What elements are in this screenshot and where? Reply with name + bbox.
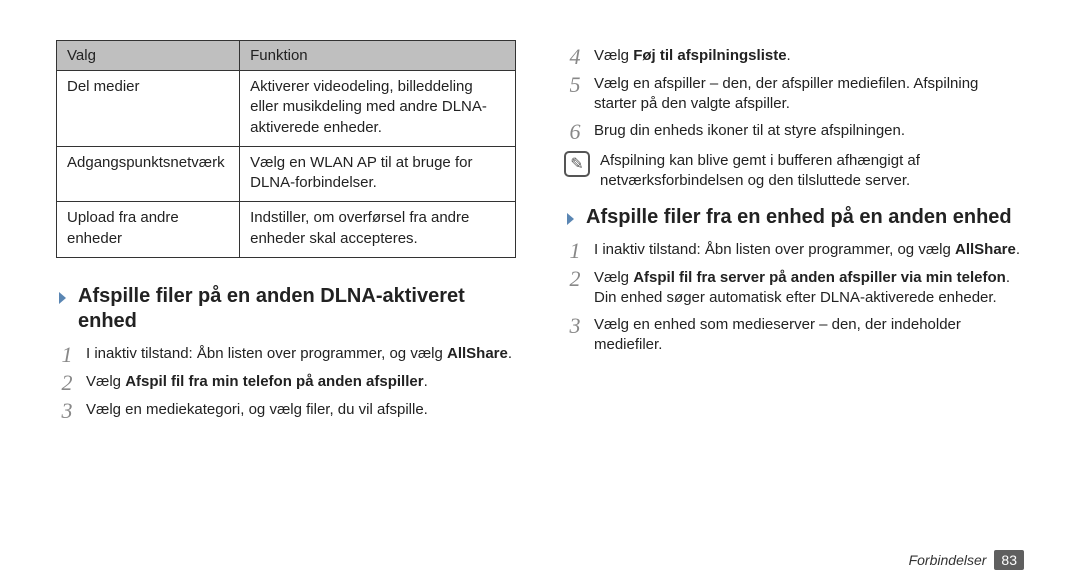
step-item: 3 Vælg en enhed som medieserver – den, d… xyxy=(564,315,1024,356)
section-heading: Afspille filer på en anden DLNA-aktivere… xyxy=(56,284,516,334)
step-text: Brug din enheds ikoner til at styre afsp… xyxy=(594,121,905,141)
step-text: Vælg Føj til afspilningsliste. xyxy=(594,46,791,66)
options-table: Valg Funktion Del medier Aktiverer video… xyxy=(56,40,516,258)
right-column: 4 Vælg Føj til afspilningsliste. 5 Vælg … xyxy=(564,40,1024,428)
chevron-icon xyxy=(56,288,70,308)
step-item: 3 Vælg en mediekategori, og vælg filer, … xyxy=(56,400,516,422)
step-number: 4 xyxy=(566,46,584,68)
step-item: 1 I inaktiv tilstand: Åbn listen over pr… xyxy=(56,344,516,366)
table-cell: Del medier xyxy=(57,71,240,147)
page-number-badge: 83 xyxy=(994,550,1024,570)
note-text: Afspilning kan blive gemt i bufferen afh… xyxy=(600,151,1024,192)
step-text: Vælg Afspil fil fra min telefon på anden… xyxy=(86,372,428,392)
step-number: 6 xyxy=(566,121,584,143)
table-header-function: Funktion xyxy=(240,41,516,71)
note-block: ✎ Afspilning kan blive gemt i bufferen a… xyxy=(564,151,1024,192)
step-item: 5 Vælg en afspiller – den, der afspiller… xyxy=(564,74,1024,115)
section-title: Afspille filer fra en enhed på en anden … xyxy=(586,205,1012,230)
left-column: Valg Funktion Del medier Aktiverer video… xyxy=(56,40,516,428)
footer-section-label: Forbindelser xyxy=(909,552,987,568)
note-icon: ✎ xyxy=(564,151,590,177)
step-number: 2 xyxy=(58,372,76,394)
step-item: 2 Vælg Afspil fil fra server på anden af… xyxy=(564,268,1024,309)
table-header-option: Valg xyxy=(57,41,240,71)
table-cell: Upload fra andre enheder xyxy=(57,202,240,258)
step-item: 4 Vælg Føj til afspilningsliste. xyxy=(564,46,1024,68)
step-item: 2 Vælg Afspil fil fra min telefon på and… xyxy=(56,372,516,394)
step-text: Vælg en mediekategori, og vælg filer, du… xyxy=(86,400,428,420)
step-number: 1 xyxy=(566,240,584,262)
chevron-icon xyxy=(564,209,578,229)
step-text: I inaktiv tilstand: Åbn listen over prog… xyxy=(86,344,512,364)
step-number: 5 xyxy=(566,74,584,96)
step-text: I inaktiv tilstand: Åbn listen over prog… xyxy=(594,240,1020,260)
table-cell: Adgangspunktsnetværk xyxy=(57,146,240,202)
step-text: Vælg en enhed som medieserver – den, der… xyxy=(594,315,1024,356)
step-number: 3 xyxy=(566,315,584,337)
section-heading: Afspille filer fra en enhed på en anden … xyxy=(564,205,1024,230)
step-number: 1 xyxy=(58,344,76,366)
step-number: 2 xyxy=(566,268,584,290)
step-number: 3 xyxy=(58,400,76,422)
page-footer: Forbindelser 83 xyxy=(909,550,1024,570)
step-item: 1 I inaktiv tilstand: Åbn listen over pr… xyxy=(564,240,1024,262)
step-text: Vælg en afspiller – den, der afspiller m… xyxy=(594,74,1024,115)
table-row: Del medier Aktiverer videodeling, billed… xyxy=(57,71,516,147)
table-cell: Vælg en WLAN AP til at bruge for DLNA-fo… xyxy=(240,146,516,202)
step-item: 6 Brug din enheds ikoner til at styre af… xyxy=(564,121,1024,143)
table-row: Upload fra andre enheder Indstiller, om … xyxy=(57,202,516,258)
table-cell: Aktiverer videodeling, billeddeling elle… xyxy=(240,71,516,147)
table-row: Adgangspunktsnetværk Vælg en WLAN AP til… xyxy=(57,146,516,202)
step-text: Vælg Afspil fil fra server på anden afsp… xyxy=(594,268,1010,309)
section-title: Afspille filer på en anden DLNA-aktivere… xyxy=(78,284,516,334)
table-cell: Indstiller, om overførsel fra andre enhe… xyxy=(240,202,516,258)
